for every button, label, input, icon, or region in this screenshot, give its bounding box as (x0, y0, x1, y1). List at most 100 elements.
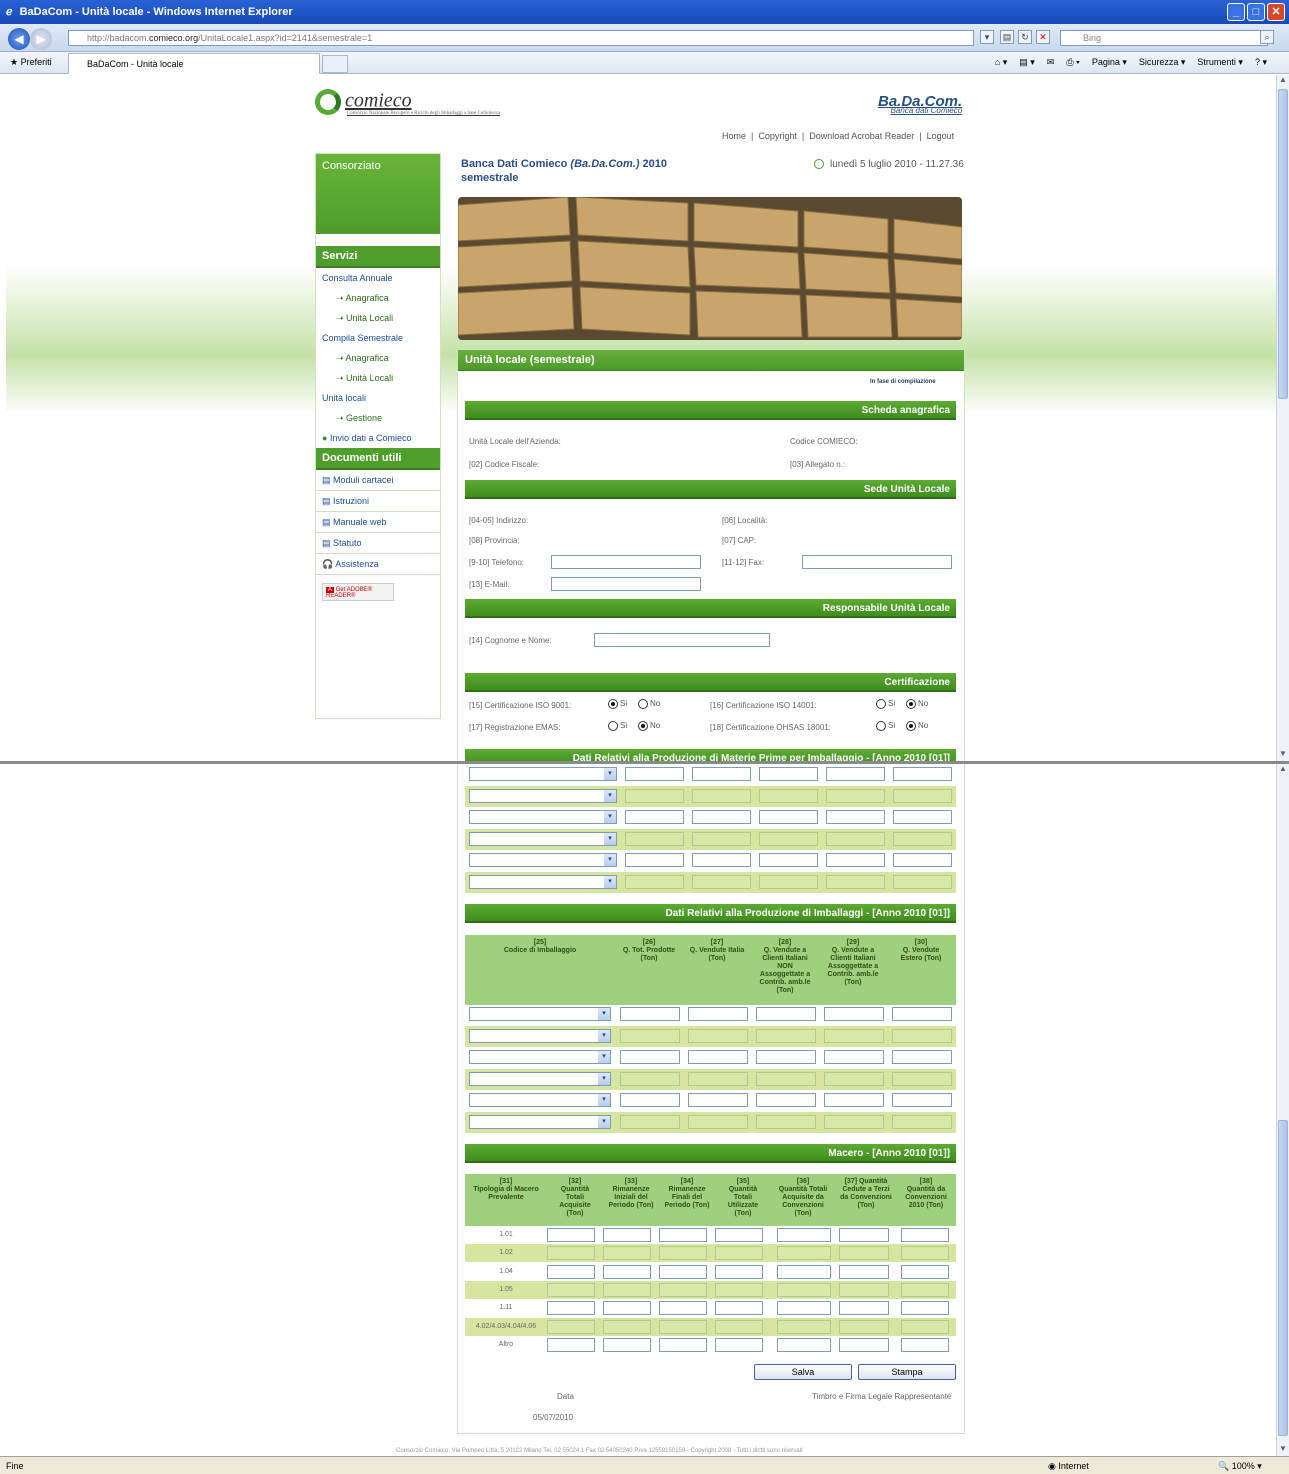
statuto-link[interactable]: ▤ Statuto (316, 533, 440, 554)
materie-prime-code-select[interactable]: ▾ (469, 788, 617, 803)
imballaggi-value-input[interactable] (756, 1093, 816, 1107)
back-button[interactable]: ◀ (8, 28, 30, 50)
materie-prime-value-input[interactable] (826, 788, 885, 803)
help-icon[interactable]: ? ▾ (1255, 57, 1267, 68)
fax-input[interactable] (802, 555, 952, 569)
macero-value-input[interactable] (659, 1337, 707, 1352)
imballaggi-value-input[interactable] (756, 1071, 816, 1086)
imballaggi-value-input[interactable] (620, 1028, 680, 1043)
imballaggi-value-input[interactable] (892, 1028, 952, 1043)
address-input[interactable]: http://badacom.comieco.org/UnitaLocale1.… (68, 30, 974, 46)
zoom-control[interactable]: 🔍 100% ▾ (1218, 1461, 1262, 1472)
search-icon[interactable]: ⌕ (1260, 30, 1274, 44)
macero-value-input[interactable] (901, 1264, 949, 1279)
scroll-down-icon[interactable]: ▼ (1277, 1444, 1289, 1456)
macero-value-input[interactable] (659, 1282, 707, 1297)
telefono-input[interactable] (551, 555, 701, 569)
email-input[interactable] (551, 577, 701, 591)
nav-download-acrobat[interactable]: Download Acrobat Reader (809, 131, 914, 141)
macero-value-input[interactable] (777, 1228, 831, 1242)
macero-value-input[interactable] (715, 1337, 763, 1352)
macero-value-input[interactable] (901, 1337, 949, 1352)
compatibility-icon[interactable]: ▾ (980, 30, 994, 44)
macero-value-input[interactable] (715, 1228, 763, 1242)
macero-value-input[interactable] (603, 1337, 651, 1352)
materie-prime-value-input[interactable] (625, 853, 684, 867)
gestione-link[interactable]: ➝ Gestione (316, 408, 440, 428)
imballaggi-code-select[interactable]: ▾ (469, 1071, 611, 1086)
imballaggi-value-input[interactable] (824, 1028, 884, 1043)
macero-value-input[interactable] (659, 1301, 707, 1316)
imballaggi-value-input[interactable] (688, 1114, 748, 1129)
rss-icon[interactable]: ▤ (1000, 30, 1014, 44)
materie-prime-code-select[interactable]: ▾ (469, 810, 617, 824)
emas-no-radio[interactable]: No (638, 721, 660, 731)
imballaggi-value-input[interactable] (756, 1114, 816, 1129)
imballaggi-value-input[interactable] (892, 1050, 952, 1064)
macero-value-input[interactable] (547, 1228, 595, 1242)
scroll-up-icon[interactable]: ▲ (1277, 75, 1289, 87)
macero-value-input[interactable] (715, 1264, 763, 1279)
imballaggi-value-input[interactable] (824, 1050, 884, 1064)
cognome-input[interactable] (594, 633, 770, 647)
macero-value-input[interactable] (547, 1301, 595, 1316)
macero-value-input[interactable] (901, 1301, 949, 1316)
mail-icon[interactable]: ✉ (1047, 57, 1055, 68)
print-button[interactable]: Stampa (858, 1364, 956, 1380)
macero-value-input[interactable] (603, 1282, 651, 1297)
materie-prime-value-input[interactable] (692, 831, 751, 846)
imballaggi-value-input[interactable] (892, 1071, 952, 1086)
macero-value-input[interactable] (839, 1337, 889, 1352)
materie-prime-code-select[interactable]: ▾ (469, 831, 617, 846)
ohsas-no-radio[interactable]: No (906, 721, 928, 731)
materie-prime-value-input[interactable] (893, 853, 952, 867)
macero-value-input[interactable] (603, 1301, 651, 1316)
macero-value-input[interactable] (603, 1228, 651, 1242)
scroll-thumb[interactable] (1278, 1120, 1288, 1436)
macero-value-input[interactable] (603, 1319, 651, 1334)
macero-value-input[interactable] (715, 1282, 763, 1297)
macero-value-input[interactable] (659, 1246, 707, 1261)
materie-prime-value-input[interactable] (893, 788, 952, 803)
macero-value-input[interactable] (777, 1301, 831, 1316)
materie-prime-value-input[interactable] (759, 810, 818, 824)
materie-prime-value-input[interactable] (759, 767, 818, 781)
compila-anagrafica-link[interactable]: ➝ Anagrafica (316, 348, 440, 368)
materie-prime-value-input[interactable] (826, 853, 885, 867)
minimize-button[interactable]: _ (1227, 3, 1245, 21)
nav-home[interactable]: Home (722, 131, 746, 141)
macero-value-input[interactable] (547, 1337, 595, 1352)
materie-prime-value-input[interactable] (625, 788, 684, 803)
imballaggi-value-input[interactable] (892, 1114, 952, 1129)
page-menu[interactable]: Pagina ▾ (1092, 57, 1127, 68)
new-tab-button[interactable] (322, 55, 348, 73)
macero-value-input[interactable] (777, 1319, 831, 1334)
feeds-icon[interactable]: ▤ ▾ (1019, 57, 1035, 68)
materie-prime-value-input[interactable] (893, 874, 952, 889)
emas-si-radio[interactable]: Si (608, 721, 627, 731)
istruzioni-link[interactable]: ▤ Istruzioni (316, 491, 440, 512)
macero-value-input[interactable] (901, 1246, 949, 1261)
imballaggi-value-input[interactable] (756, 1028, 816, 1043)
iso9001-si-radio[interactable]: Si (608, 699, 627, 709)
macero-value-input[interactable] (659, 1228, 707, 1242)
tools-menu[interactable]: Strumenti ▾ (1197, 57, 1243, 68)
materie-prime-value-input[interactable] (625, 810, 684, 824)
imballaggi-value-input[interactable] (824, 1007, 884, 1021)
nav-copyright[interactable]: Copyright (758, 131, 797, 141)
iso9001-no-radio[interactable]: No (638, 699, 660, 709)
materie-prime-value-input[interactable] (759, 874, 818, 889)
imballaggi-value-input[interactable] (688, 1050, 748, 1064)
nav-logout[interactable]: Logout (927, 131, 955, 141)
imballaggi-value-input[interactable] (620, 1007, 680, 1021)
consulta-anagrafica-link[interactable]: ➝ Anagrafica (316, 288, 440, 308)
materie-prime-value-input[interactable] (625, 831, 684, 846)
macero-value-input[interactable] (839, 1301, 889, 1316)
forward-button[interactable]: ▶ (30, 28, 52, 50)
materie-prime-value-input[interactable] (826, 831, 885, 846)
materie-prime-value-input[interactable] (759, 853, 818, 867)
scroll-up-icon[interactable]: ▲ (1277, 764, 1289, 776)
macero-value-input[interactable] (547, 1282, 595, 1297)
imballaggi-value-input[interactable] (620, 1093, 680, 1107)
imballaggi-value-input[interactable] (892, 1093, 952, 1107)
